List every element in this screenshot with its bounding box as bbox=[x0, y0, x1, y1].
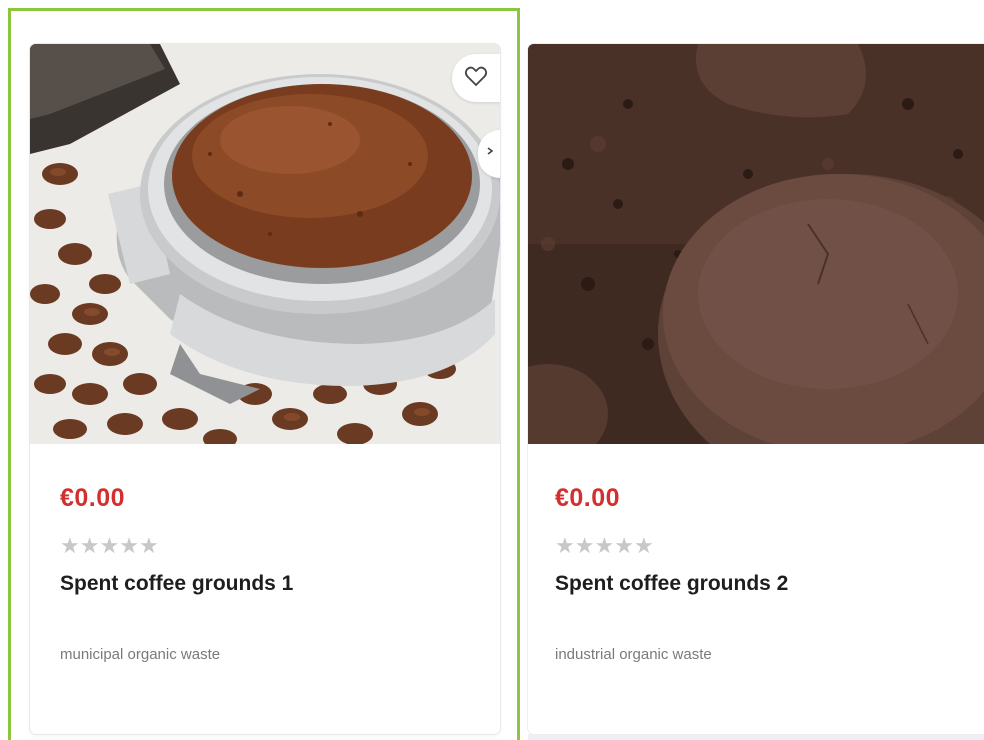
product-info: €0.00 ★ ★ ★ ★ ★ Spent coffee grounds 2 i… bbox=[528, 444, 984, 734]
star-icon: ★ bbox=[633, 534, 654, 559]
star-icon: ★ bbox=[99, 534, 120, 559]
card-divider bbox=[528, 734, 984, 740]
star-icon: ★ bbox=[614, 534, 634, 559]
star-icon: ★ bbox=[60, 534, 80, 559]
star-icon: ★ bbox=[119, 534, 139, 559]
product-price: €0.00 bbox=[60, 484, 126, 512]
arrows-icon bbox=[484, 145, 494, 164]
product-card[interactable]: €0.00 ★ ★ ★ ★ ★ Spent coffee grounds 1 m… bbox=[30, 44, 500, 734]
star-icon: ★ bbox=[138, 534, 159, 559]
product-title[interactable]: Spent coffee grounds 2 bbox=[555, 572, 788, 596]
product-card[interactable]: €0.00 ★ ★ ★ ★ ★ Spent coffee grounds 2 i… bbox=[528, 44, 984, 734]
star-icon: ★ bbox=[555, 534, 575, 559]
product-image[interactable] bbox=[30, 44, 500, 444]
rating-stars: ★ ★ ★ ★ ★ bbox=[60, 536, 159, 558]
wishlist-button[interactable] bbox=[452, 54, 500, 102]
portafilter-with-coffee-grounds-image bbox=[30, 44, 500, 444]
product-info: €0.00 ★ ★ ★ ★ ★ Spent coffee grounds 1 m… bbox=[30, 444, 500, 734]
product-price: €0.00 bbox=[555, 484, 621, 512]
product-image[interactable] bbox=[528, 44, 984, 444]
product-title[interactable]: Spent coffee grounds 1 bbox=[60, 572, 293, 596]
rating-stars: ★ ★ ★ ★ ★ bbox=[555, 536, 654, 558]
star-icon: ★ bbox=[594, 534, 615, 559]
product-category[interactable]: industrial organic waste bbox=[555, 646, 712, 663]
spent-coffee-pucks-image bbox=[528, 44, 984, 444]
star-icon: ★ bbox=[574, 534, 595, 559]
star-icon: ★ bbox=[79, 534, 100, 559]
heart-icon bbox=[464, 65, 488, 91]
product-category[interactable]: municipal organic waste bbox=[60, 646, 220, 663]
